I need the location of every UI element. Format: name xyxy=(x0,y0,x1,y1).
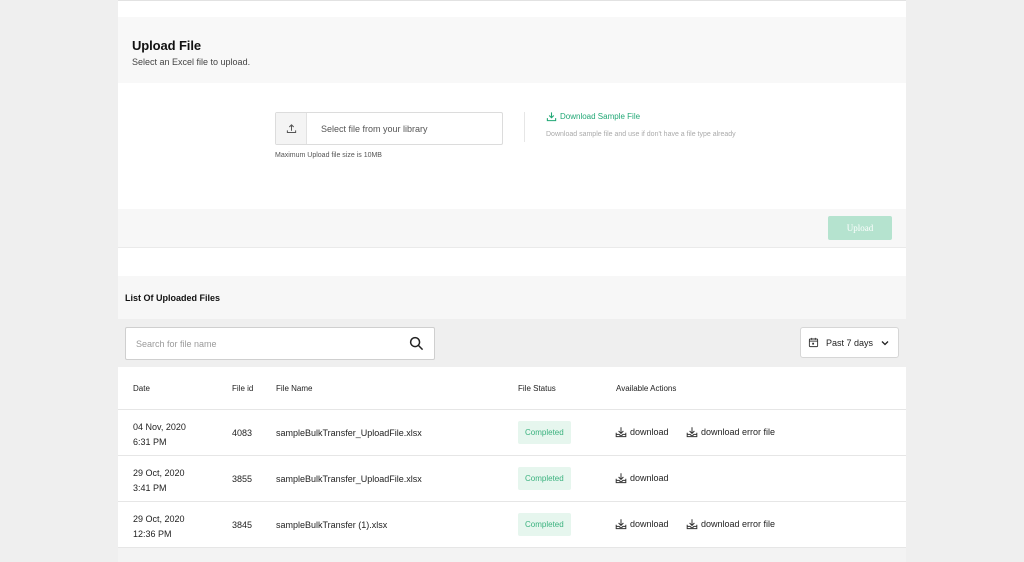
upload-subtitle: Select an Excel file to upload. xyxy=(132,57,251,67)
download-sample-label[interactable]: Download Sample File xyxy=(560,112,640,121)
table-row: 29 Oct, 2020 12:36 PM 3845 sampleBulkTra… xyxy=(118,502,906,548)
column-header-date: Date xyxy=(133,384,150,393)
row-date-day: 29 Oct, 2020 xyxy=(133,468,185,478)
download-button[interactable]: download xyxy=(615,518,669,530)
filter-bar: Past 7 days xyxy=(118,319,906,367)
row-file-id: 3855 xyxy=(232,474,253,484)
upload-title: Upload File xyxy=(132,38,201,53)
status-badge: Completed xyxy=(518,421,571,444)
download-label[interactable]: download xyxy=(630,473,669,483)
download-sample-hint: Download sample file and use if don't ha… xyxy=(546,131,736,138)
upload-page-panel: Upload File Select an Excel file to uplo… xyxy=(118,0,906,562)
upload-header: Upload File Select an Excel file to uplo… xyxy=(118,17,906,83)
upload-footer: Upload xyxy=(118,209,906,248)
date-range-dropdown[interactable]: Past 7 days xyxy=(800,327,899,358)
table-row: 04 Nov, 2020 6:31 PM 4083 sampleBulkTran… xyxy=(118,410,906,456)
chevron-down-icon xyxy=(881,340,889,345)
table-row: 29 Oct, 2020 3:41 PM 3855 sampleBulkTran… xyxy=(118,456,906,502)
column-header-actions: Available Actions xyxy=(616,384,677,393)
download-button[interactable]: download xyxy=(615,426,669,438)
download-label[interactable]: download xyxy=(630,519,669,529)
vertical-divider xyxy=(524,112,525,142)
column-header-file-status: File Status xyxy=(518,384,556,393)
download-button[interactable]: download xyxy=(615,472,669,484)
uploaded-files-header: List Of Uploaded Files xyxy=(118,276,906,319)
download-error-file-label[interactable]: download error file xyxy=(701,427,775,437)
row-date: 29 Oct, 2020 3:41 PM xyxy=(133,466,185,496)
uploaded-files-table: Date File id File Name File Status Avail… xyxy=(118,369,906,548)
file-picker-button[interactable] xyxy=(276,113,307,144)
row-date-time: 3:41 PM xyxy=(133,483,167,493)
download-tray-icon xyxy=(615,473,627,484)
row-file-name: sampleBulkTransfer (1).xlsx xyxy=(276,520,388,530)
upload-button[interactable]: Upload xyxy=(828,216,892,240)
file-picker-placeholder[interactable]: Select file from your library xyxy=(321,124,428,134)
search-input[interactable] xyxy=(126,328,396,359)
download-label[interactable]: download xyxy=(630,427,669,437)
download-sample-link[interactable]: Download Sample File xyxy=(546,111,640,122)
row-date-time: 6:31 PM xyxy=(133,437,167,447)
download-error-file-button[interactable]: download error file xyxy=(686,426,775,438)
row-date-day: 04 Nov, 2020 xyxy=(133,422,186,432)
column-header-file-id: File id xyxy=(232,384,254,393)
bottom-strip xyxy=(118,548,906,562)
column-header-file-name: File Name xyxy=(276,384,313,393)
search-icon[interactable] xyxy=(409,336,424,351)
row-date: 29 Oct, 2020 12:36 PM xyxy=(133,512,185,542)
download-error-file-label[interactable]: download error file xyxy=(701,519,775,529)
status-badge: Completed xyxy=(518,467,571,490)
row-file-id: 4083 xyxy=(232,428,253,438)
download-tray-icon xyxy=(686,519,698,530)
uploaded-files-title: List Of Uploaded Files xyxy=(125,293,221,303)
download-tray-icon xyxy=(615,519,627,530)
row-date-time: 12:36 PM xyxy=(133,529,172,539)
top-divider xyxy=(118,0,906,1)
download-tray-icon xyxy=(615,427,627,438)
download-tray-icon xyxy=(686,427,698,438)
download-icon xyxy=(546,112,557,122)
row-file-name: sampleBulkTransfer_UploadFile.xlsx xyxy=(276,474,422,484)
row-date-day: 29 Oct, 2020 xyxy=(133,514,185,524)
upload-icon xyxy=(286,124,296,133)
file-picker[interactable]: Select file from your library xyxy=(275,112,503,145)
download-error-file-button[interactable]: download error file xyxy=(686,518,775,530)
status-badge: Completed xyxy=(518,513,571,536)
row-file-id: 3845 xyxy=(232,520,253,530)
row-date: 04 Nov, 2020 6:31 PM xyxy=(133,420,186,450)
row-file-name: sampleBulkTransfer_UploadFile.xlsx xyxy=(276,428,422,438)
table-header-row: Date File id File Name File Status Avail… xyxy=(118,369,906,410)
max-file-size-note: Maximum Upload file size is 10MB xyxy=(275,152,382,159)
search-box[interactable] xyxy=(125,327,435,360)
date-range-label[interactable]: Past 7 days xyxy=(826,338,873,348)
calendar-icon xyxy=(808,337,819,348)
